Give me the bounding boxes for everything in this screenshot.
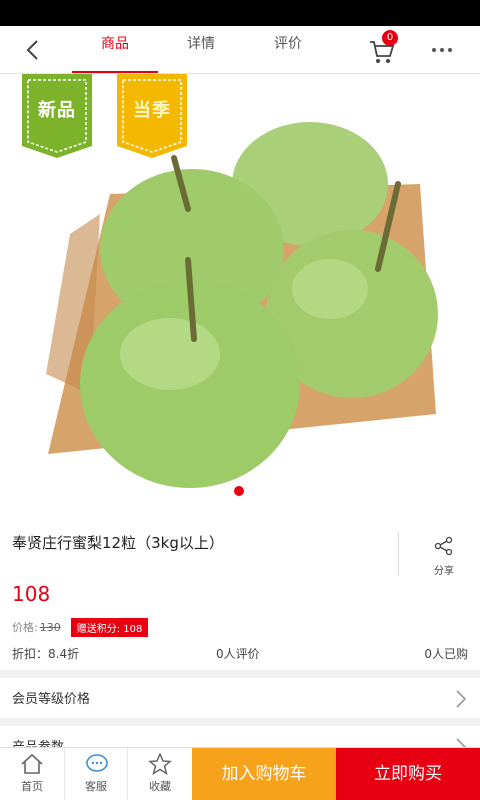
home-button[interactable]: 首页 <box>0 748 64 800</box>
product-title-row: 奉贤庄行蜜梨12粒（3kg以上） 分享 <box>0 518 480 577</box>
back-arrow-icon <box>26 40 38 60</box>
review-count: 0人评价 <box>216 647 260 661</box>
chat-bubble-icon <box>86 754 108 772</box>
product-image-carousel[interactable]: 新品 当季 <box>0 74 480 502</box>
section-gap <box>0 670 480 678</box>
original-price-label: 价格: <box>12 621 38 634</box>
sold-count: 0人已购 <box>424 647 468 661</box>
star-icon <box>148 753 172 775</box>
season-tag-label: 当季 <box>133 100 171 121</box>
carousel-dot-active[interactable] <box>234 486 244 496</box>
share-button[interactable]: 分享 <box>422 536 466 577</box>
share-label: 分享 <box>434 566 454 577</box>
add-to-cart-button[interactable]: 加入购物车 <box>192 748 336 800</box>
points-badge: 赠送积分: 108 <box>70 617 149 637</box>
tab-review[interactable]: 评价 <box>245 26 331 72</box>
customer-service-button[interactable]: 客服 <box>64 748 128 800</box>
top-nav: 商品 详情 评价 0 <box>0 26 480 74</box>
current-price: 108 <box>12 582 51 606</box>
original-price: 130 <box>39 620 61 634</box>
bottom-action-bar: 首页 客服 收藏 加入购物车 立即购买 <box>0 747 480 800</box>
chevron-right-icon <box>456 690 466 708</box>
more-dots-icon <box>432 48 436 52</box>
home-icon <box>21 753 43 774</box>
customer-service-label: 客服 <box>85 780 107 793</box>
price-details: 价格: 130 赠送积分: 108 <box>12 617 149 637</box>
tab-detail[interactable]: 详情 <box>158 26 244 72</box>
back-button[interactable] <box>14 34 50 66</box>
new-tag-label: 新品 <box>38 100 76 121</box>
discount-text: 折扣：8.4折 <box>12 647 80 661</box>
cart-count-badge: 0 <box>382 30 398 46</box>
favorite-label: 收藏 <box>149 780 171 793</box>
divider <box>398 532 399 576</box>
share-icon <box>434 536 453 556</box>
product-title: 奉贤庄行蜜梨12粒（3kg以上） <box>12 534 224 552</box>
favorite-button[interactable]: 收藏 <box>128 748 192 800</box>
cart-button[interactable]: 0 <box>366 30 402 66</box>
buy-now-button[interactable]: 立即购买 <box>336 748 480 800</box>
more-button[interactable] <box>424 34 460 66</box>
section-gap <box>0 718 480 726</box>
new-product-tag: 新品 <box>22 74 92 158</box>
product-stats: 折扣：8.4折 0人评价 0人已购 <box>0 643 480 665</box>
tab-goods[interactable]: 商品 <box>72 26 158 73</box>
member-price-row[interactable]: 会员等级价格 <box>0 678 480 718</box>
status-bar <box>0 0 480 26</box>
in-season-tag: 当季 <box>117 74 187 158</box>
member-price-label: 会员等级价格 <box>12 692 91 707</box>
home-label: 首页 <box>21 780 43 793</box>
